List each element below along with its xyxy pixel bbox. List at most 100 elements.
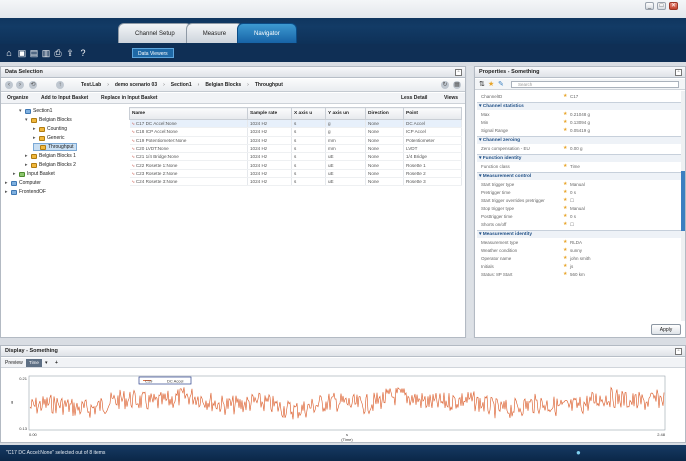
table-cell: ∿C17 DC Accel:None	[129, 119, 248, 129]
add-to-input-basket-button[interactable]: Add to Input Basket	[41, 93, 88, 104]
property-section-header[interactable]: ▾ Measurement control	[477, 172, 683, 180]
property-row[interactable]: Measurement type ★ RLDA	[477, 239, 683, 247]
tree-item-counting[interactable]: ▸ Counting	[33, 125, 67, 133]
less-detail-button[interactable]: Less Detail	[401, 93, 427, 104]
table-row[interactable]: ∿C20 LVDT:None 1024 Hz s mm None LVDT	[129, 144, 462, 154]
vertical-splitter[interactable]	[467, 66, 473, 338]
table-row[interactable]: ∿C22 Rosette 1:None 1024 Hz s uE None Rosette…	[129, 160, 462, 170]
home-icon[interactable]: ⌂	[4, 48, 14, 58]
time-chip[interactable]: Time	[26, 359, 42, 367]
tree-item-section1[interactable]: ▾ Section1	[19, 107, 52, 115]
history-icon[interactable]: ⟲	[29, 81, 37, 89]
table-cell: 1/4 Bridge	[403, 152, 462, 162]
property-row[interactable]: Max ★ 0.21048 g	[477, 111, 683, 119]
property-row[interactable]: Stop trigger type ★ Manual	[477, 205, 683, 213]
refresh-icon[interactable]: ↻	[441, 81, 449, 89]
layout-icon[interactable]: ▦	[453, 81, 461, 89]
help-icon[interactable]: ?	[78, 48, 88, 58]
table-row[interactable]: ∿C24 Rosette 3:None 1024 Hz s uE None Rosette…	[129, 177, 462, 187]
time-plot[interactable]: C19 DC Accel 0.21 0.13 g 0.00 2.48 s (Time)	[1, 370, 685, 442]
table-row[interactable]: ∿C19 Potentiometer:None 1024 Hz s mm None Pot…	[129, 136, 462, 145]
table-row[interactable]: ∿C23 Rosette 2:None 1024 Hz s uE None Rosette…	[129, 169, 462, 179]
dropdown-arrow-icon[interactable]: ▾	[45, 358, 48, 368]
column-header-x-axis-unit[interactable]: X axis u	[291, 107, 326, 120]
table-row[interactable]: ∿C17 DC Accel:None 1024 Hz s g None DC Accel	[129, 119, 462, 129]
breadcrumb-item[interactable]: Belgian Blocks	[205, 79, 241, 92]
save-icon[interactable]: ▣	[17, 48, 27, 58]
property-section-header[interactable]: ▾ Function identity	[477, 154, 683, 162]
property-row[interactable]: Function class ★ Time	[477, 163, 683, 171]
breadcrumb-item[interactable]: Test.Lab	[81, 79, 101, 92]
pin-icon[interactable]: ▫	[675, 69, 682, 76]
table-cell: ICP Accel	[403, 127, 462, 137]
table-cell: 1024 Hz	[247, 136, 292, 145]
up-level-icon[interactable]: ↑	[56, 81, 64, 89]
property-row[interactable]: Shorts on/off ★ ☐	[477, 221, 683, 229]
print-icon[interactable]: ⎙	[53, 48, 63, 58]
save-all-icon[interactable]: ▥	[41, 48, 51, 58]
property-row[interactable]: Status: 8P Start ★ 560 km	[477, 271, 683, 279]
tree-item-generic[interactable]: ▸ Generic	[33, 134, 65, 142]
organize-menu[interactable]: Organize	[7, 93, 28, 104]
breadcrumb-item[interactable]: Section1	[171, 79, 192, 92]
table-row[interactable]: ∿C21 1/4 Bridge:None 1024 Hz s uE None 1/4 Br…	[129, 152, 462, 162]
property-row[interactable]: ChannelID ★ C17	[477, 93, 683, 101]
properties-search-input[interactable]: Search	[511, 81, 679, 88]
property-row[interactable]: Signal Range ★ 0.05419 g	[477, 127, 683, 135]
back-icon[interactable]: ‹	[5, 81, 13, 89]
tree-item-belgian-blocks[interactable]: ▾ Belgian Blocks	[25, 116, 72, 124]
edit-icon[interactable]: ✎	[498, 80, 504, 88]
save-as-icon[interactable]: ▤	[29, 48, 39, 58]
column-header-y-axis-unit[interactable]: Y axis un	[325, 107, 366, 120]
property-row[interactable]: Min ★ 0.13094 g	[477, 119, 683, 127]
table-cell: 1024 Hz	[247, 152, 292, 162]
apply-button[interactable]: Apply	[651, 324, 681, 335]
property-section-header[interactable]: ▾ Channel statistics	[477, 102, 683, 110]
property-row[interactable]: Weather condition ★ sunny	[477, 247, 683, 255]
export-icon[interactable]: ⇪	[65, 48, 75, 58]
tree-item-belgian-blocks-1[interactable]: ▸ Belgian Blocks 1	[25, 152, 76, 160]
data-viewers-button[interactable]: Data Viewers	[132, 48, 174, 58]
property-row[interactable]: Posttrigger time ★ 0 s	[477, 213, 683, 221]
tree-item-belgian-blocks-2[interactable]: ▸ Belgian Blocks 2	[25, 161, 76, 169]
sort-icon[interactable]: ⇅	[479, 80, 485, 88]
column-header-name[interactable]: Name	[129, 107, 248, 120]
property-row[interactable]: Zero compensation - EU ★ 0.00 g	[477, 145, 683, 153]
replace-in-input-basket-button[interactable]: Replace in Input Basket	[101, 93, 157, 104]
favorite-star-icon[interactable]: ★	[488, 80, 494, 88]
minimize-button[interactable]: _	[645, 2, 654, 10]
maximize-button[interactable]: □	[657, 2, 666, 10]
breadcrumb-item[interactable]: Throughput	[255, 79, 283, 92]
column-header-sample-rate[interactable]: Sample rate	[247, 107, 292, 120]
tree-item-input-basket[interactable]: ▸ Input Basket	[13, 170, 55, 178]
views-menu[interactable]: Views	[444, 93, 458, 104]
tree-item-frontendof[interactable]: ▸ FrontendOF	[5, 188, 46, 196]
pin-icon[interactable]: ▫	[675, 348, 682, 355]
property-row[interactable]: Operator name ★ john smith	[477, 255, 683, 263]
property-row[interactable]: Start trigger type ★ Manual	[477, 181, 683, 189]
tab-channel-setup[interactable]: Channel Setup	[118, 23, 192, 43]
tab-measure[interactable]: Measure	[185, 23, 244, 43]
properties-scrollbar[interactable]	[681, 91, 685, 321]
channel-icon: ∿	[131, 137, 135, 143]
tree-item-computer[interactable]: ▸ Computer	[5, 179, 41, 187]
property-row[interactable]: Start trigger overrides pretrigger ★ ☐	[477, 197, 683, 205]
property-section-header[interactable]: ▾ Measurement identity	[477, 230, 683, 238]
table-row[interactable]: ∿C18 ICP Accel:None 1024 Hz s g None ICP Acce…	[129, 127, 462, 137]
add-view-icon[interactable]: +	[55, 358, 58, 368]
column-header-point[interactable]: Point	[403, 107, 462, 120]
tab-navigator[interactable]: Navigator	[237, 23, 297, 43]
property-section-header[interactable]: ▾ Channel zeroing	[477, 136, 683, 144]
column-header-direction[interactable]: Direction	[365, 107, 404, 120]
globe-icon: ●	[576, 448, 581, 457]
property-row[interactable]: Initials ★ js	[477, 263, 683, 271]
close-button[interactable]: ✕	[669, 2, 678, 10]
forward-icon[interactable]: ›	[16, 81, 24, 89]
scroll-thumb[interactable]	[681, 171, 685, 231]
property-row[interactable]: Pretrigger time ★ 0 s	[477, 189, 683, 197]
table-cell: DC Accel	[403, 119, 462, 129]
tree-item-throughput[interactable]: Throughput	[33, 143, 77, 151]
pin-icon[interactable]: ▫	[455, 69, 462, 76]
table-cell: s	[291, 177, 326, 187]
breadcrumb-item[interactable]: demo scenario 03	[115, 79, 157, 92]
